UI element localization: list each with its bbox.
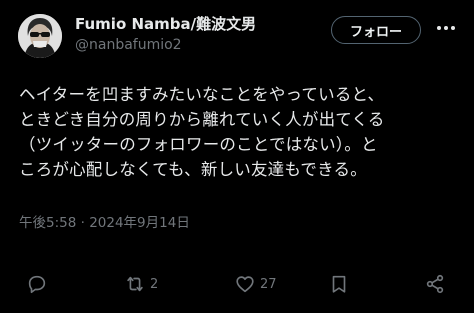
tweet-timestamp[interactable]: 午後5:58 · 2024年9月14日: [19, 211, 190, 231]
tweet-text-line: （ツイッターのフォロワーのことではない）。と: [19, 135, 378, 154]
tweet-text: ヘイターを凹ますみたいなことをやっていると、 ときどき自分の周りから離れていく人…: [19, 82, 459, 182]
tweet: Fumio Namba/難波文男 @nanbafumio2 フォロー ヘイターを…: [0, 0, 474, 313]
tweet-text-line: ころが心配しなくても、新しい友達もできる。: [19, 160, 367, 179]
share-icon: [426, 274, 444, 294]
avatar[interactable]: [18, 14, 62, 58]
follow-button[interactable]: フォロー: [331, 16, 421, 44]
avatar-image: [18, 14, 62, 58]
reply-button[interactable]: [26, 270, 48, 298]
bookmark-icon: [332, 275, 346, 293]
retweet-count: 2: [150, 276, 159, 292]
retweet-button[interactable]: 2: [124, 270, 158, 298]
tweet-text-line: ときどき自分の周りから離れていく人が出てくる: [19, 110, 385, 129]
more-options-icon[interactable]: [434, 16, 458, 40]
like-count: 27: [260, 276, 277, 292]
author-info: Fumio Namba/難波文男 @nanbafumio2: [75, 14, 256, 55]
like-icon: [236, 276, 254, 293]
author-display-name[interactable]: Fumio Namba/難波文男: [75, 14, 256, 34]
reply-icon: [28, 275, 46, 294]
bookmark-button[interactable]: [328, 270, 350, 298]
like-button[interactable]: 27: [234, 270, 277, 298]
retweet-icon: [127, 276, 143, 292]
author-handle[interactable]: @nanbafumio2: [75, 35, 256, 55]
action-bar: 2 27: [0, 270, 474, 298]
tweet-text-line: ヘイターを凹ますみたいなことをやっていると、: [19, 85, 385, 104]
share-button[interactable]: [424, 270, 446, 298]
